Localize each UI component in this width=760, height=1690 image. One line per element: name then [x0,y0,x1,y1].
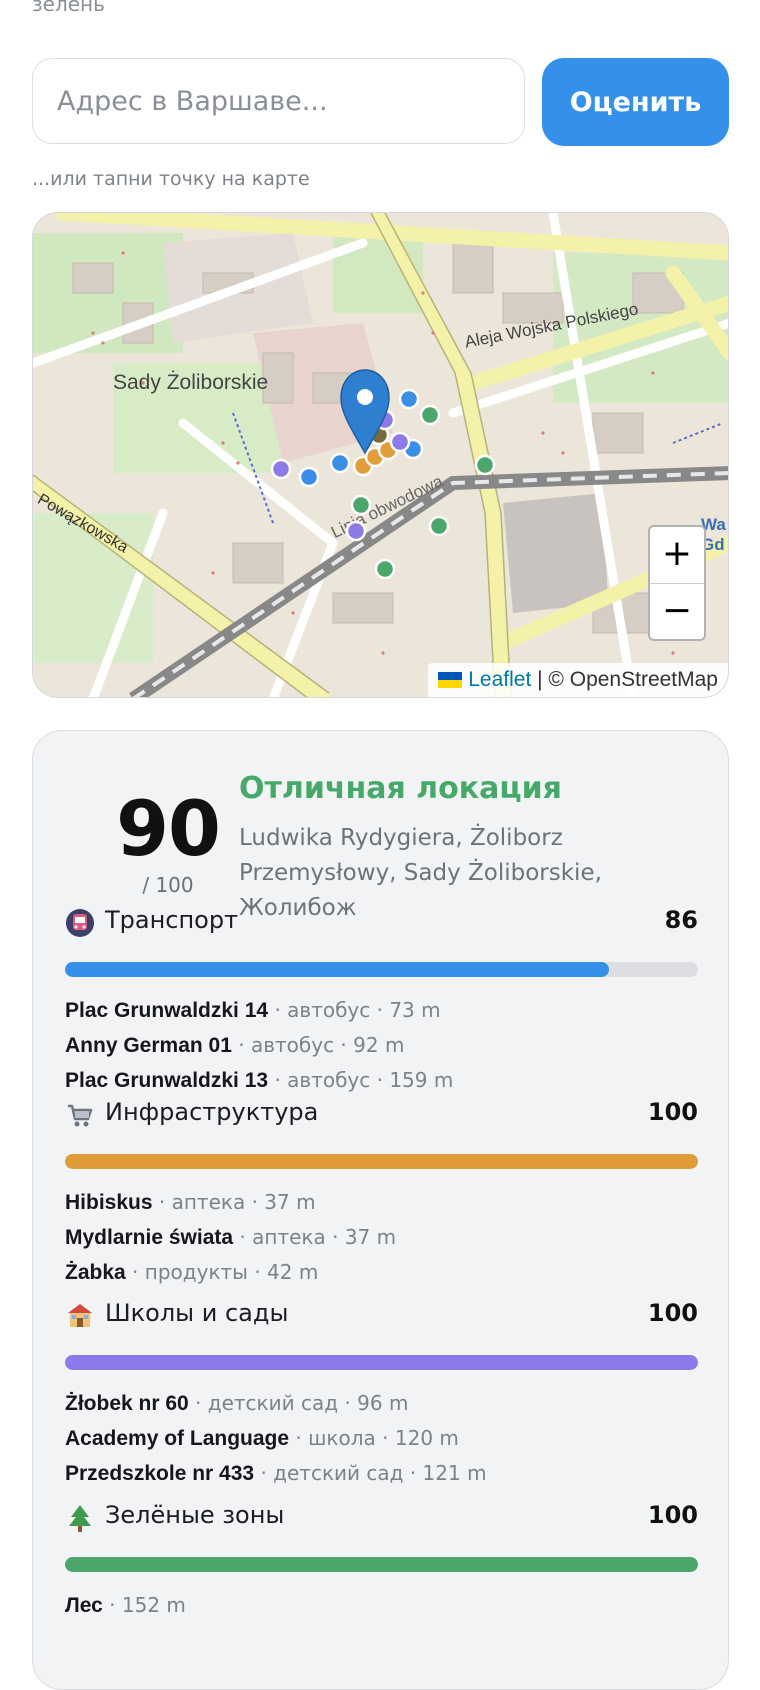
poi-meta: · продукты · 42 m [125,1260,319,1284]
category-green: Зелёные зоны 100 Лес · 152 m [65,1501,698,1617]
tree-icon [69,1505,91,1532]
green-marker [474,454,496,476]
poi-item: Mydlarnie świata · аптека · 37 m [65,1225,396,1260]
progress-fill [65,962,610,977]
progress-fill [65,1355,698,1370]
poi-name: Plac Grunwaldzki 14 [65,999,269,1022]
poi-meta: · детский сад · 96 m [188,1391,409,1415]
map-hint: ...или тапни точку на карте [32,168,310,190]
poi-list: Hibiskus · аптека · 37 m Mydlarnie świat… [65,1190,396,1295]
progress-bar [65,962,698,977]
poi-meta: · 152 m [102,1593,186,1617]
poi-list: Plac Grunwaldzki 14 · автобус · 73 m Ann… [65,998,453,1103]
transport-marker [329,452,351,474]
map-attribution: Leaflet | © OpenStreetMap [428,663,728,697]
poi-item: Anny German 01 · автобус · 92 m [65,1033,453,1068]
poi-name: Żłobek nr 60 [65,1392,189,1415]
poi-name: Żabka [65,1261,126,1284]
zoom-out-button[interactable]: − [650,583,704,640]
school-marker [270,458,292,480]
poi-name: Przedszkole nr 433 [65,1462,255,1485]
progress-bar [65,1355,698,1370]
poi-markers [270,369,496,580]
tram-icon [66,909,94,937]
address-search-input[interactable] [32,58,525,144]
poi-list: Żłobek nr 60 · детский сад · 96 m Academ… [65,1391,487,1496]
category-score: 100 [647,1501,698,1529]
poi-name: Plac Grunwaldzki 13 [65,1069,269,1092]
progress-fill [65,1154,698,1169]
school-icon [68,1304,92,1327]
category-header: Школы и сады 100 [65,1299,698,1339]
result-card: 90 / 100 Отличная локация Ludwika Rydygi… [32,730,729,1690]
category-title: Школы и сады [105,1299,289,1327]
school-marker [389,431,411,453]
progress-bar [65,1154,698,1169]
total-score: 90 [116,784,221,873]
verdict: Отличная локация [239,771,562,806]
poi-meta: · детский сад · 121 m [254,1461,487,1485]
school-marker [345,520,367,542]
osm-attribution: | © OpenStreetMap [537,668,718,691]
transport-marker [298,466,320,488]
category-title: Зелёные зоны [105,1501,285,1529]
category-title: Инфраструктура [105,1098,319,1126]
green-marker [350,494,372,516]
progress-fill [65,1557,698,1572]
poi-meta: · школа · 120 m [289,1426,459,1450]
poi-name: Hibiskus [65,1191,153,1214]
poi-name: Academy of Language [65,1427,290,1450]
poi-meta: · автобус · 92 m [231,1033,405,1057]
category-score: 86 [664,906,698,934]
category-transport: Транспорт 86 Plac Grunwaldzki 14 · автоб… [65,906,698,1092]
score-max: / 100 [142,873,194,897]
progress-bar [65,1557,698,1572]
shopping-cart-icon [68,1104,93,1127]
green-marker [428,515,450,537]
poi-item: Żłobek nr 60 · детский сад · 96 m [65,1391,487,1426]
zoom-in-button[interactable]: + [650,527,704,583]
poi-meta: · автобус · 73 m [268,998,441,1022]
previous-text-fragment: зелень [32,0,105,16]
score-block: 90 / 100 [83,784,253,898]
category-score: 100 [647,1299,698,1327]
category-header: Транспорт 86 [65,906,698,946]
transport-marker [398,388,420,410]
category-header: Инфраструктура 100 [65,1098,698,1138]
poi-item: Лес · 152 m [65,1593,186,1628]
ukraine-flag-icon [438,672,463,688]
poi-item: Plac Grunwaldzki 14 · автобус · 73 m [65,998,453,1033]
search-row: Оценить [32,58,729,148]
poi-item: Żabka · продукты · 42 m [65,1260,396,1295]
poi-meta: · аптека · 37 m [152,1190,316,1214]
poi-item: Academy of Language · школа · 120 m [65,1426,487,1461]
green-marker [374,558,396,580]
green-marker [419,404,441,426]
category-score: 100 [647,1098,698,1126]
map[interactable]: Sady Żoliborskie Aleja Wojska Polskiego … [32,212,729,698]
poi-meta: · автобус · 159 m [268,1068,454,1092]
poi-list: Лес · 152 m [65,1593,186,1628]
evaluate-button[interactable]: Оценить [542,58,729,146]
poi-name: Anny German 01 [65,1034,232,1057]
poi-name: Mydlarnie świata [65,1226,234,1249]
category-title: Транспорт [105,906,239,934]
leaflet-link[interactable]: Leaflet [468,668,531,691]
poi-item: Przedszkole nr 433 · детский сад · 121 m [65,1461,487,1496]
poi-meta: · аптека · 37 m [233,1225,397,1249]
zoom-control: + − [648,525,706,641]
poi-name: Лес [65,1594,103,1617]
category-header: Зелёные зоны 100 [65,1501,698,1541]
poi-item: Hibiskus · аптека · 37 m [65,1190,396,1225]
category-schools: Школы и сады 100 Żłobek nr 60 · детский … [65,1299,698,1485]
category-infrastructure: Инфраструктура 100 Hibiskus · аптека · 3… [65,1098,698,1284]
